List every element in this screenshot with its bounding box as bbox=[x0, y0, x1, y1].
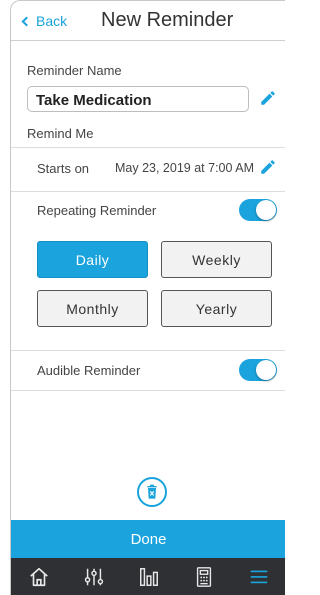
audible-reminder-toggle[interactable] bbox=[239, 359, 277, 381]
pencil-icon[interactable] bbox=[259, 89, 277, 107]
starts-on-label: Starts on bbox=[37, 161, 90, 176]
tab-menu[interactable] bbox=[244, 562, 274, 592]
divider bbox=[11, 191, 285, 192]
audible-reminder-label: Audible Reminder bbox=[37, 363, 141, 378]
back-button[interactable]: Back bbox=[21, 13, 68, 29]
bar-chart-icon bbox=[139, 568, 158, 586]
tab-sliders[interactable] bbox=[79, 562, 109, 592]
toggle-knob bbox=[256, 360, 276, 380]
divider bbox=[11, 390, 285, 391]
reminder-name-label: Reminder Name bbox=[27, 63, 122, 78]
toggle-knob bbox=[256, 200, 276, 220]
frequency-monthly-button[interactable]: Monthly bbox=[37, 290, 148, 327]
reminder-name-input[interactable]: Take Medication bbox=[27, 86, 249, 112]
repeating-reminder-toggle[interactable] bbox=[239, 199, 277, 221]
frequency-weekly-button[interactable]: Weekly bbox=[161, 241, 272, 278]
calculator-icon bbox=[196, 567, 211, 587]
nav-bar: Back New Reminder bbox=[11, 1, 285, 41]
frequency-yearly-button[interactable]: Yearly bbox=[161, 290, 272, 327]
pencil-icon[interactable] bbox=[259, 158, 277, 176]
chevron-left-icon bbox=[21, 16, 32, 26]
back-label: Back bbox=[36, 13, 68, 29]
tab-calculator[interactable] bbox=[189, 562, 219, 592]
divider bbox=[11, 147, 285, 148]
tab-charts[interactable] bbox=[134, 562, 164, 592]
delete-button[interactable] bbox=[137, 477, 167, 507]
repeating-reminder-label: Repeating Reminder bbox=[37, 203, 157, 218]
divider bbox=[11, 350, 285, 351]
done-button[interactable]: Done bbox=[11, 520, 285, 558]
frequency-daily-button[interactable]: Daily bbox=[37, 241, 148, 278]
trash-icon bbox=[147, 484, 157, 499]
tab-bar bbox=[11, 558, 285, 595]
phone-frame: Back New Reminder Reminder Name Take Med… bbox=[10, 0, 285, 595]
starts-on-value[interactable]: May 23, 2019 at 7:00 AM bbox=[115, 161, 254, 175]
remind-me-label: Remind Me bbox=[27, 126, 94, 141]
menu-icon bbox=[250, 570, 267, 584]
tab-home[interactable] bbox=[24, 562, 54, 592]
sliders-icon bbox=[84, 568, 103, 586]
page-title: New Reminder bbox=[101, 9, 234, 31]
home-icon bbox=[29, 567, 48, 587]
